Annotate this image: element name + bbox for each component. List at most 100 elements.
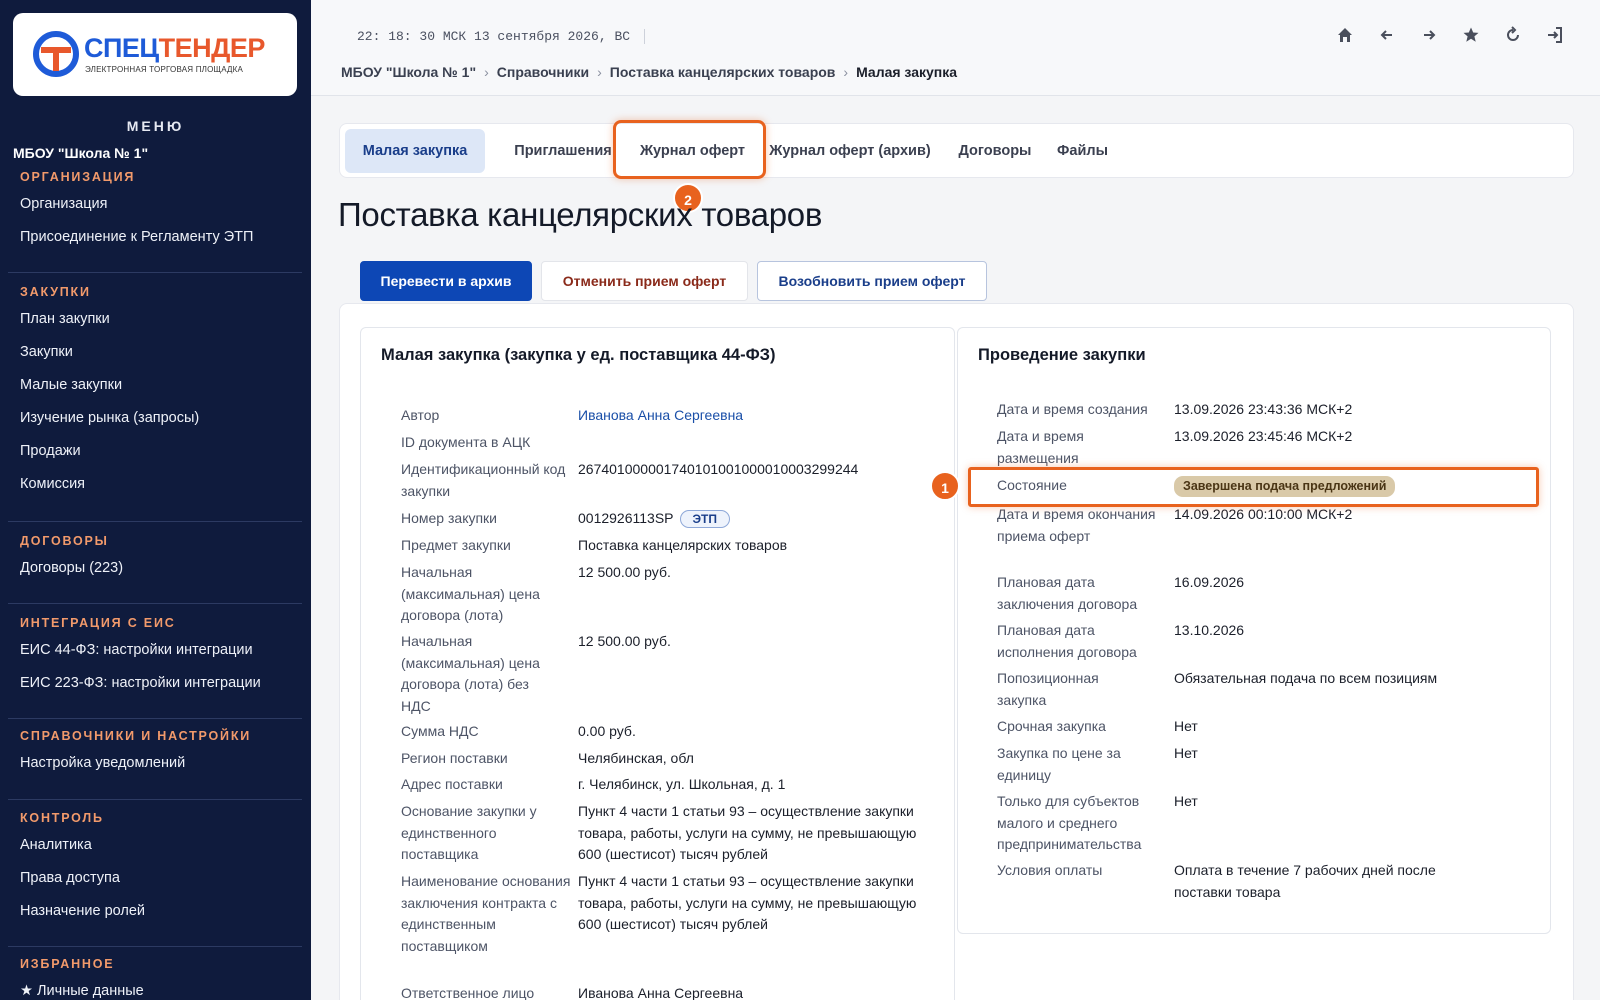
- author-link[interactable]: Иванова Анна Сергеевна: [578, 405, 918, 427]
- sidebar-item-access-rights[interactable]: Права доступа: [0, 862, 311, 895]
- field-value: Челябинская, обл: [578, 750, 694, 766]
- breadcrumb-separator: ›: [843, 64, 849, 80]
- purchase-number: 0012926113SP: [578, 510, 674, 526]
- menu-divider: [8, 946, 302, 947]
- field-value: 13.09.2026 23:45:46 МСК+2: [1174, 428, 1353, 444]
- logo-tagline: ЭЛЕКТРОННАЯ ТОРГОВАЯ ПЛОЩАДКА: [85, 65, 244, 74]
- purchase-details-card: Малая закупка (закупка у ед. поставщика …: [360, 327, 955, 1000]
- field-value: 0.00 руб.: [578, 723, 636, 739]
- field-value: Нет: [1174, 745, 1198, 761]
- sidebar-item-roles[interactable]: Назначение ролей: [0, 895, 311, 928]
- topbar: 22: 18: 30 МСК 13 сентября 2026, ВС МБОУ…: [311, 0, 1600, 96]
- breadcrumb-separator: ›: [597, 64, 602, 80]
- sidebar-item-organization[interactable]: Организация: [0, 188, 311, 221]
- field-value: Пункт 4 части 1 статьи 93 – осуществлени…: [578, 803, 917, 862]
- field-value: 13.09.2026 23:43:36 МСК+2: [1174, 401, 1353, 417]
- field-value: 12 500.00 руб.: [578, 633, 671, 649]
- sidebar-item-purchase-plan[interactable]: План закупки: [0, 303, 311, 336]
- tab-bar: Малая закупка Приглашения Журнал оферт Ж…: [339, 123, 1574, 178]
- field-label: Идентификационный код закупки: [401, 461, 566, 499]
- menu-divider: [8, 603, 302, 604]
- sidebar-item-commission[interactable]: Комиссия: [0, 468, 311, 501]
- menu-section-organization: ОРГАНИЗАЦИЯ Организация Присоединение к …: [0, 166, 311, 254]
- tab-offers-journal[interactable]: Журнал оферт: [625, 129, 760, 173]
- breadcrumb: МБОУ "Школа № 1" › Справочники › Поставка ка…: [341, 64, 957, 80]
- field-label: Попозиционная закупка: [997, 670, 1099, 708]
- menu-section-eis: ИНТЕГРАЦИЯ С ЕИС ЕИС 44-ФЗ: настройки ин…: [0, 612, 311, 700]
- tab-files[interactable]: Файлы: [1045, 129, 1120, 173]
- field-label: Начальная (максимальная) цена договора (…: [401, 564, 540, 623]
- sidebar-item-analytics[interactable]: Аналитика: [0, 829, 311, 862]
- arrow-left-icon[interactable]: [1378, 26, 1396, 44]
- field-value: Пункт 4 части 1 статьи 93 – осуществлени…: [578, 873, 917, 932]
- field-value: Нет: [1174, 718, 1198, 734]
- cancel-offers-button[interactable]: Отменить прием оферт: [541, 261, 748, 301]
- field-label: Только для субъектов малого и среднего п…: [997, 793, 1142, 852]
- status-badge: Завершена подача предложений: [1174, 476, 1396, 497]
- archive-button[interactable]: Перевести в архив: [360, 261, 532, 301]
- logo[interactable]: СПЕЦТЕНДЕР ЭЛЕКТРОННАЯ ТОРГОВАЯ ПЛОЩАДКА: [13, 13, 297, 96]
- sidebar-item-sales[interactable]: Продажи: [0, 435, 311, 468]
- star-icon[interactable]: [1462, 26, 1480, 44]
- sidebar-item-market-research[interactable]: Изучение рынка (запросы): [0, 402, 311, 435]
- logout-icon[interactable]: [1546, 26, 1564, 44]
- sidebar-item-small-purchases[interactable]: Малые закупки: [0, 369, 311, 402]
- field-label: Номер закупки: [401, 510, 497, 526]
- field-value: Оплата в течение 7 рабочих дней после по…: [1174, 862, 1436, 900]
- menu-heading: СПРАВОЧНИКИ И НАСТРОЙКИ: [20, 729, 252, 743]
- sidebar-item-eis-44[interactable]: ЕИС 44-ФЗ: настройки интеграции: [0, 634, 311, 667]
- field-label: ID документа в АЦК: [401, 434, 531, 450]
- field-label: Регион поставки: [401, 750, 508, 766]
- sidebar-item-purchases[interactable]: Закупки: [0, 336, 311, 369]
- tab-contracts[interactable]: Договоры: [950, 129, 1040, 173]
- tab-offers-archive[interactable]: Журнал оферт (архив): [761, 129, 939, 173]
- menu-section-favorites: ИЗБРАННОЕ ★ Личные данные: [0, 953, 311, 1000]
- breadcrumb-item[interactable]: Справочники: [497, 64, 589, 80]
- tab-invitations[interactable]: Приглашения: [492, 129, 634, 173]
- field-label: Ответственное лицо: [401, 985, 535, 1000]
- field-value: Обязательная подача по всем позициям: [1174, 670, 1438, 686]
- tab-small-purchase[interactable]: Малая закупка: [345, 129, 485, 173]
- breadcrumb-separator: ›: [484, 64, 489, 80]
- field-label: Сумма НДС: [401, 723, 479, 739]
- field-label: Предмет закупки: [401, 537, 511, 553]
- callout-badge-1: 1: [930, 471, 960, 501]
- field-value: Завершена подача предложений: [1174, 475, 1534, 497]
- menu-heading: ОРГАНИЗАЦИЯ: [20, 170, 136, 184]
- breadcrumb-item[interactable]: Поставка канцелярских товаров: [610, 64, 836, 80]
- resume-offers-button[interactable]: Возобновить прием оферт: [757, 261, 987, 301]
- breadcrumb-item[interactable]: МБОУ "Школа № 1": [341, 64, 476, 80]
- field-label: Закупка по цене за единицу: [997, 745, 1121, 783]
- field-label: Начальная (максимальная) цена договора (…: [401, 633, 540, 714]
- field-label: Адрес поставки: [401, 776, 503, 792]
- field-value: 12 500.00 руб.: [578, 564, 671, 580]
- refresh-icon[interactable]: [1504, 26, 1522, 44]
- clock: 22: 18: 30 МСК 13 сентября 2026, ВС: [357, 29, 646, 44]
- field-value: г. Челябинск, ул. Школьная, д. 1: [578, 776, 786, 792]
- sidebar: СПЕЦТЕНДЕР ЭЛЕКТРОННАЯ ТОРГОВАЯ ПЛОЩАДКА…: [0, 0, 311, 1000]
- field-value: 14.09.2026 00:10:00 МСК+2: [1174, 506, 1353, 522]
- field-value: 0012926113SP ЭТП: [578, 508, 918, 530]
- field-value: 16.09.2026: [1174, 574, 1245, 590]
- field-label: Наименование основания заключения контра…: [401, 873, 571, 954]
- field-label: Дата и время размещения: [997, 428, 1084, 466]
- sidebar-item-eis-223[interactable]: ЕИС 223-ФЗ: настройки интеграции: [0, 667, 311, 700]
- home-icon[interactable]: [1336, 26, 1354, 44]
- menu-divider: [8, 718, 302, 719]
- arrow-right-icon[interactable]: [1420, 26, 1438, 44]
- menu-title: МЕНЮ: [126, 118, 185, 134]
- field-label: Дата и время создания: [997, 401, 1148, 417]
- sidebar-item-reglament[interactable]: Присоединение к Регламенту ЭТП: [0, 221, 311, 254]
- field-label: Состояние: [997, 477, 1067, 493]
- sidebar-item-personal-data[interactable]: ★ Личные данные: [0, 975, 311, 1000]
- sidebar-item-contracts-223[interactable]: Договоры (223): [0, 552, 311, 585]
- field-label: Условия оплаты: [997, 862, 1103, 878]
- menu-heading: ЗАКУПКИ: [20, 285, 91, 299]
- sidebar-item-notifications[interactable]: Настройка уведомлений: [0, 747, 311, 780]
- page-title: Поставка канцелярских товаров: [338, 196, 823, 233]
- org-name: МБОУ "Школа № 1": [13, 145, 149, 161]
- menu-divider: [8, 521, 302, 522]
- menu-heading: КОНТРОЛЬ: [20, 811, 104, 825]
- field-value: Нет: [1174, 793, 1198, 809]
- card-title: Проведение закупки: [978, 346, 1146, 364]
